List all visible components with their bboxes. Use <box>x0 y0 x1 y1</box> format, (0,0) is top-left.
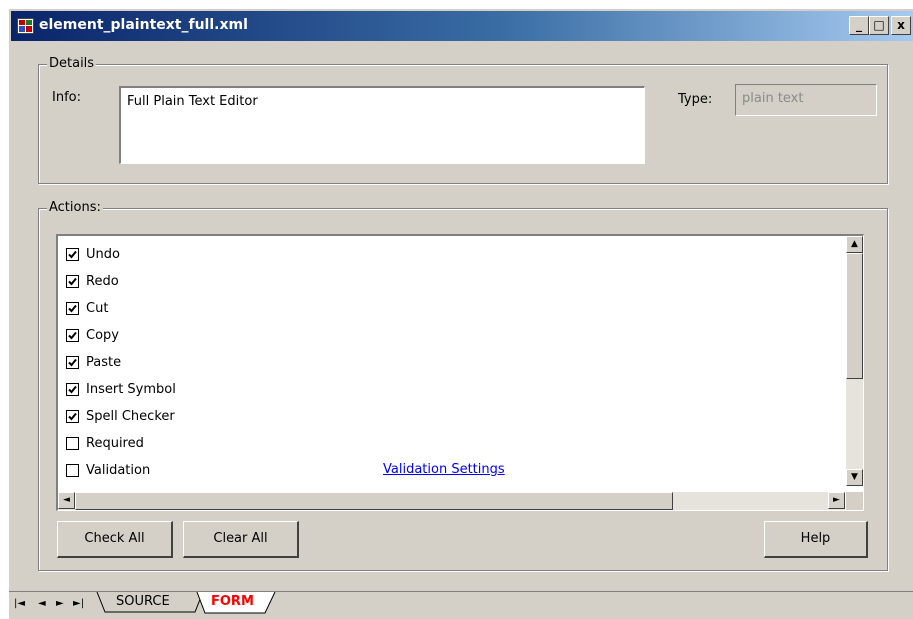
copy-checkbox[interactable] <box>66 328 79 342</box>
first-sheet-icon[interactable]: |◄ <box>14 598 25 609</box>
redo-checkbox[interactable] <box>66 274 79 288</box>
window-title: element_plaintext_full.xml <box>39 17 248 33</box>
action-item-copy[interactable]: Copy <box>66 323 119 347</box>
type-value: plain text <box>742 91 804 106</box>
horizontal-scroll-thumb[interactable] <box>75 492 673 510</box>
type-label: Type: <box>678 92 713 107</box>
sheet-tab-bar: |◄ ◄ ► ►| SOURCE FORM <box>9 591 913 619</box>
check-all-button[interactable]: Check All <box>57 521 173 558</box>
next-sheet-icon[interactable]: ► <box>56 598 64 609</box>
details-legend: Details <box>47 56 97 71</box>
last-sheet-icon[interactable]: ►| <box>73 598 84 609</box>
horizontal-scrollbar[interactable]: ◄ ► <box>58 492 845 510</box>
tab-source[interactable]: SOURCE <box>108 592 178 614</box>
editor-window: element_plaintext_full.xml _ □ x Details… <box>8 8 913 619</box>
minimize-button[interactable]: _ <box>849 16 869 35</box>
required-label: Required <box>86 435 144 451</box>
validation-label: Validation <box>86 462 151 478</box>
vertical-scroll-thumb[interactable] <box>846 253 863 379</box>
paste-checkbox[interactable] <box>66 355 79 369</box>
maximize-button[interactable]: □ <box>869 16 889 35</box>
required-checkbox[interactable] <box>66 436 79 450</box>
insert-symbol-checkbox[interactable] <box>66 382 79 396</box>
cut-checkbox[interactable] <box>66 301 79 315</box>
redo-label: Redo <box>86 273 119 289</box>
vertical-scrollbar[interactable]: ▲ ▼ <box>846 236 863 486</box>
actions-list[interactable]: Undo Redo Cut Copy Paste Insert Symbol S… <box>56 234 864 511</box>
action-item-undo[interactable]: Undo <box>66 242 120 266</box>
clear-all-button[interactable]: Clear All <box>183 521 299 558</box>
insert-symbol-label: Insert Symbol <box>86 381 176 397</box>
form-app-icon <box>17 18 34 34</box>
scroll-right-icon[interactable]: ► <box>828 492 845 509</box>
cut-label: Cut <box>86 300 109 316</box>
info-label: Info: <box>52 90 81 105</box>
close-button[interactable]: x <box>891 16 911 35</box>
action-item-redo[interactable]: Redo <box>66 269 119 293</box>
scrollbar-corner <box>846 492 863 510</box>
validation-checkbox[interactable] <box>66 463 79 477</box>
spell-checker-checkbox[interactable] <box>66 409 79 423</box>
help-button[interactable]: Help <box>764 521 868 558</box>
validation-settings-link[interactable]: Validation Settings <box>383 462 505 477</box>
action-item-required[interactable]: Required <box>66 431 144 455</box>
action-item-paste[interactable]: Paste <box>66 350 121 374</box>
scroll-up-icon[interactable]: ▲ <box>846 236 863 253</box>
title-bar[interactable]: element_plaintext_full.xml _ □ x <box>11 11 913 41</box>
copy-label: Copy <box>86 327 119 343</box>
action-item-spell-checker[interactable]: Spell Checker <box>66 404 175 428</box>
paste-label: Paste <box>86 354 122 370</box>
action-item-insert-symbol[interactable]: Insert Symbol <box>66 377 176 401</box>
actions-legend: Actions: <box>47 200 103 215</box>
undo-checkbox[interactable] <box>66 247 79 261</box>
info-textarea[interactable]: Full Plain Text Editor <box>119 86 645 164</box>
tab-form[interactable]: FORM <box>203 592 262 614</box>
scroll-down-icon[interactable]: ▼ <box>846 469 863 486</box>
spell-checker-label: Spell Checker <box>86 408 175 424</box>
undo-label: Undo <box>86 246 120 262</box>
action-item-validation[interactable]: Validation <box>66 458 150 482</box>
previous-sheet-icon[interactable]: ◄ <box>38 598 46 609</box>
action-item-cut[interactable]: Cut <box>66 296 108 320</box>
scroll-left-icon[interactable]: ◄ <box>58 492 75 509</box>
type-field: plain text <box>735 84 877 116</box>
info-value: Full Plain Text Editor <box>127 94 258 109</box>
